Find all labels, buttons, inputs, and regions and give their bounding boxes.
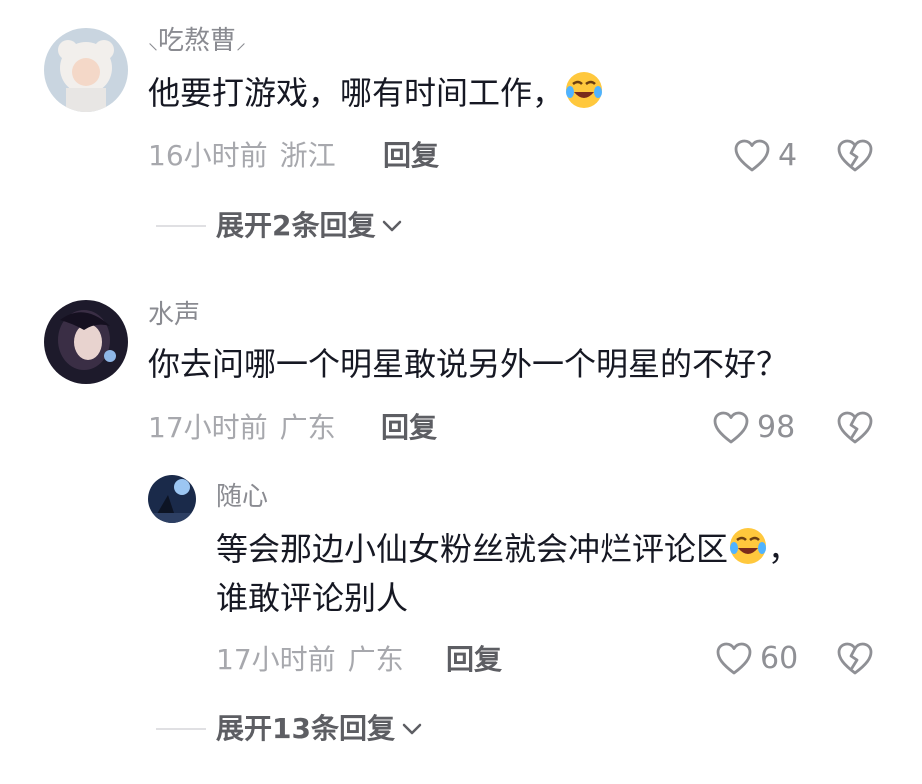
comment-text: 他要打游戏，哪有时间工作， xyxy=(148,70,604,121)
dislike-button[interactable] xyxy=(837,139,873,173)
comment-time: 16小时前 xyxy=(148,139,268,172)
reply-avatar[interactable] xyxy=(148,475,196,523)
dislike-button[interactable] xyxy=(837,642,873,676)
comment-text: 你去问哪一个明星敢说另外一个明星的不好？ xyxy=(148,345,789,383)
comment-meta: 17小时前 广东 xyxy=(148,414,336,442)
comment-username[interactable]: ⸜吃熬曹⸝ xyxy=(148,28,246,54)
comment-location: 广东 xyxy=(279,411,336,444)
comment-meta: 16小时前 浙江 xyxy=(148,142,336,170)
expand-replies-button[interactable]: 展开13条回复 xyxy=(156,715,423,743)
avatar[interactable] xyxy=(44,300,128,384)
comment-time: 17小时前 xyxy=(148,411,268,444)
reply-button[interactable]: 回复 xyxy=(446,646,502,674)
reply-button[interactable]: 回复 xyxy=(383,142,439,170)
like-button[interactable]: 98 xyxy=(713,411,795,445)
heart-outline-icon xyxy=(734,139,770,172)
wing-right-icon: ⸝ xyxy=(236,30,247,54)
heart-outline-icon xyxy=(713,411,749,444)
reply-button[interactable]: 回复 xyxy=(381,414,437,442)
comment-location: 浙江 xyxy=(279,139,336,172)
reply-username[interactable]: 随心 xyxy=(216,484,268,510)
expand-replies-button[interactable]: 展开2条回复 xyxy=(156,212,403,240)
broken-heart-icon xyxy=(837,139,873,172)
comment-username[interactable]: 水声 xyxy=(148,302,200,328)
like-button[interactable]: 60 xyxy=(716,642,798,676)
avatar[interactable] xyxy=(44,28,128,112)
like-count: 60 xyxy=(760,641,799,676)
like-button[interactable]: 4 xyxy=(734,139,797,173)
reply-text: 等会那边小仙女粉丝就会冲烂评论区 ， 谁敢评论别人 xyxy=(216,526,800,620)
divider xyxy=(156,225,206,227)
like-count: 98 xyxy=(757,410,796,445)
dislike-button[interactable] xyxy=(837,411,873,445)
broken-heart-icon xyxy=(837,642,873,675)
chevron-down-icon xyxy=(383,220,402,232)
reply-time: 17小时前 xyxy=(216,643,336,676)
like-count: 4 xyxy=(778,138,798,173)
reply-location: 广东 xyxy=(347,643,404,676)
laughing-crying-emoji xyxy=(728,526,768,577)
divider xyxy=(156,728,206,730)
reply-meta: 17小时前 广东 xyxy=(216,646,404,674)
chevron-down-icon xyxy=(402,723,422,735)
laughing-crying-emoji xyxy=(564,70,604,121)
broken-heart-icon xyxy=(837,411,873,444)
wing-left-icon: ⸜ xyxy=(148,30,158,54)
heart-outline-icon xyxy=(716,642,752,675)
